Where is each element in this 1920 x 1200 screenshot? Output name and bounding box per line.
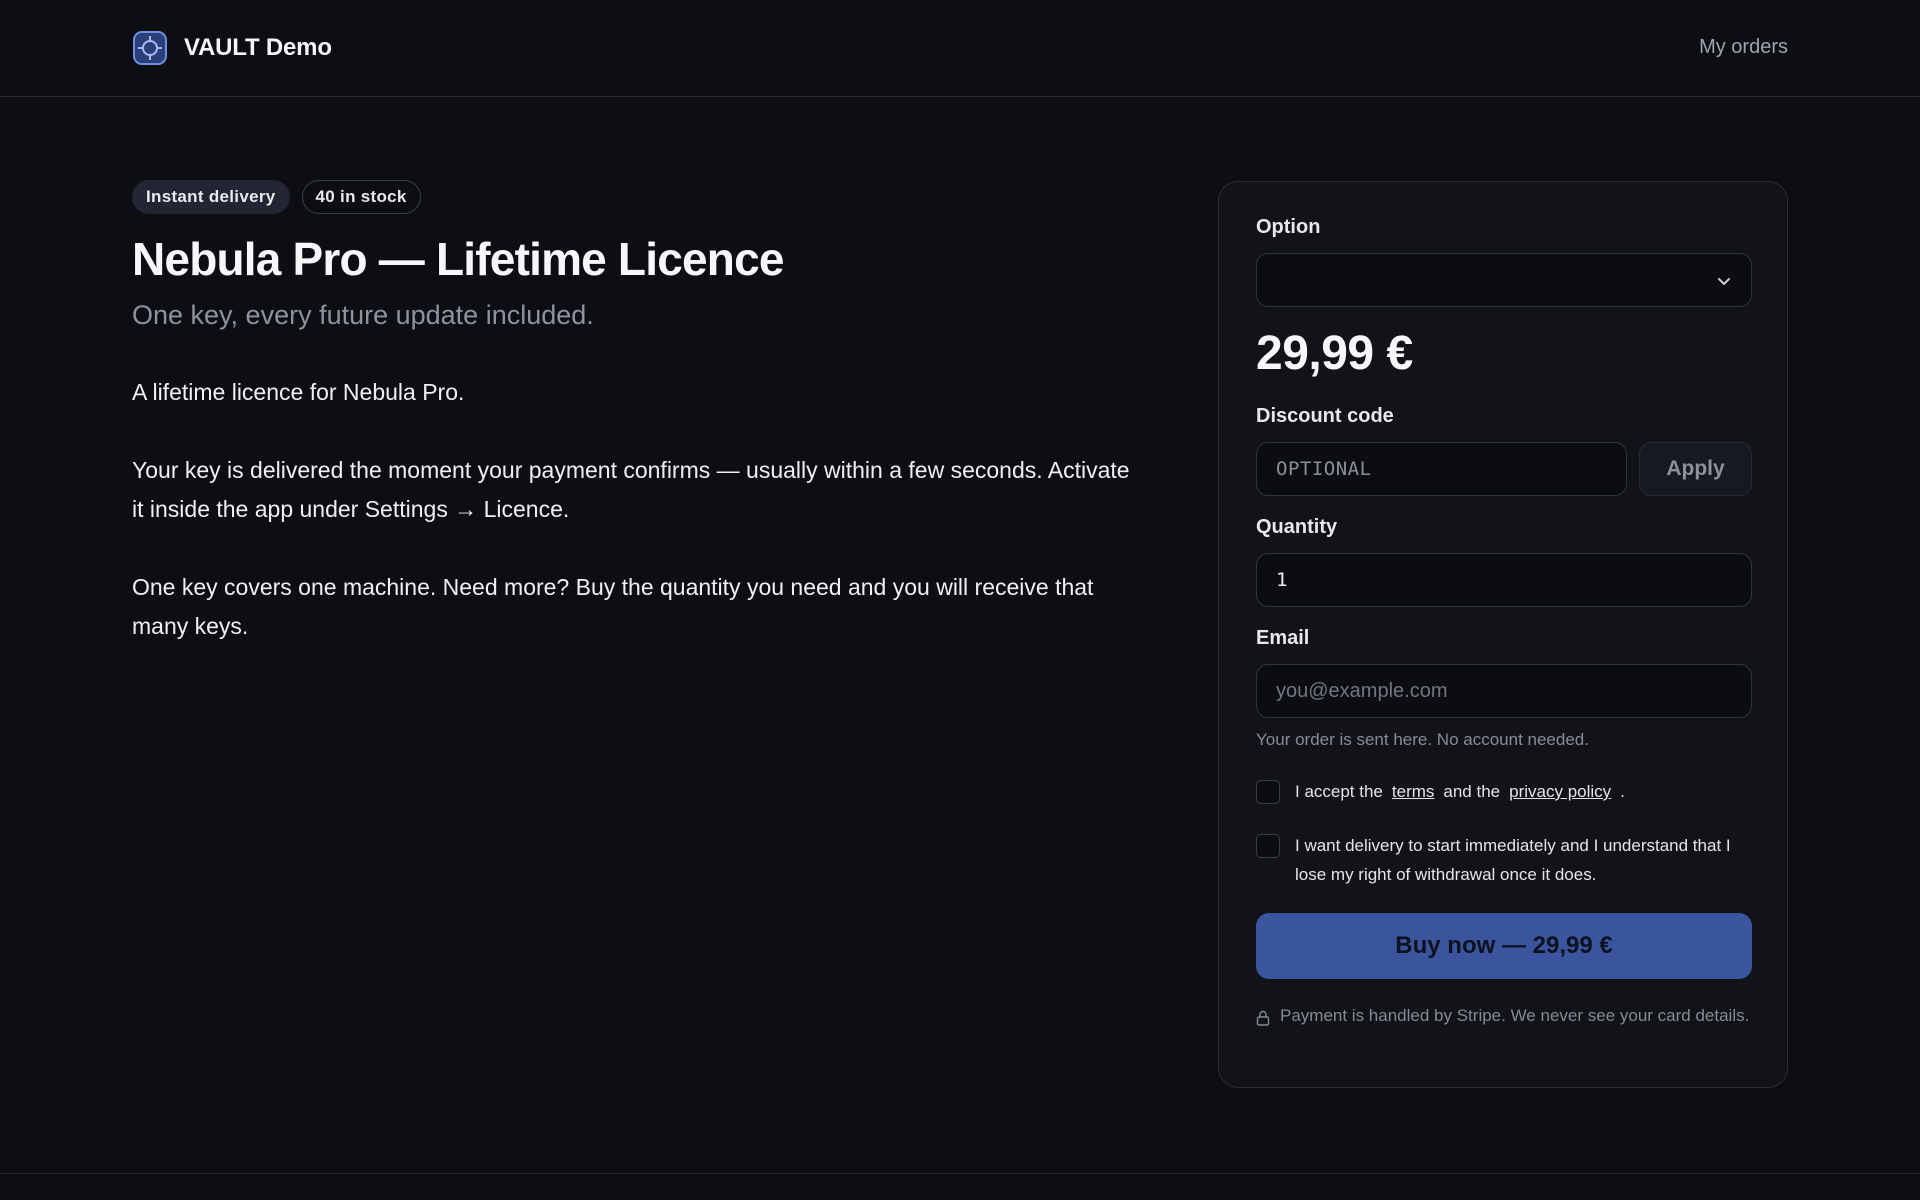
description-paragraph: Your key is delivered the moment your pa…: [132, 457, 1130, 522]
terms-middle: and the: [1443, 782, 1501, 801]
terms-suffix: .: [1620, 782, 1625, 801]
brand-name: VAULT Demo: [184, 34, 332, 61]
option-label: Option: [1256, 216, 1321, 238]
email-input[interactable]: [1256, 664, 1752, 718]
terms-text: I accept the terms and the privacy policy.: [1295, 777, 1745, 806]
withdrawal-text: I want delivery to start immediately and…: [1295, 836, 1731, 884]
description-paragraph: A lifetime licence for Nebula Pro.: [132, 379, 465, 405]
discount-code-label: Discount code: [1256, 405, 1394, 427]
product-title: Nebula Pro — Lifetime Licence: [132, 233, 784, 285]
privacy-policy-link[interactable]: privacy policy: [1509, 782, 1611, 801]
footer-divider: [0, 1173, 1920, 1174]
quantity-input[interactable]: [1256, 553, 1752, 607]
option-select[interactable]: [1256, 253, 1752, 307]
terms-prefix: I accept the: [1295, 782, 1383, 801]
product-details: Instant delivery 40 in stock Nebula Pro …: [132, 180, 1132, 685]
discount-code-input[interactable]: [1256, 442, 1627, 496]
crosshair-logo-icon: [133, 31, 167, 65]
email-hint: Your order is sent here. No account need…: [1256, 730, 1589, 749]
apply-discount-button[interactable]: Apply: [1639, 442, 1752, 496]
product-description: A lifetime licence for Nebula Pro. Your …: [132, 373, 1132, 646]
payment-security-note: Payment is handled by Stripe. We never s…: [1256, 1004, 1756, 1028]
badge-row: Instant delivery 40 in stock: [132, 180, 1132, 214]
brand[interactable]: VAULT Demo: [132, 30, 332, 66]
top-navigation-bar: VAULT Demo My orders: [0, 0, 1920, 97]
quantity-label: Quantity: [1256, 516, 1338, 538]
terms-checkbox[interactable]: [1256, 780, 1280, 804]
secure-note-text: Payment is handled by Stripe. We never s…: [1280, 1006, 1750, 1025]
checkout-card: Option 29,99 € Discount code Apply Quant…: [1218, 181, 1788, 1088]
description-paragraph: One key covers one machine. Need more? B…: [132, 574, 1094, 639]
product-subtitle: One key, every future update included.: [132, 300, 594, 330]
buy-now-button[interactable]: Buy now — 29,99 €: [1256, 913, 1752, 979]
instant-delivery-badge: Instant delivery: [132, 180, 290, 214]
email-label: Email: [1256, 627, 1310, 649]
withdrawal-checkbox[interactable]: [1256, 834, 1280, 858]
terms-link[interactable]: terms: [1392, 782, 1435, 801]
my-orders-link[interactable]: My orders: [1699, 36, 1788, 59]
stock-badge: 40 in stock: [301, 180, 421, 214]
price: 29,99 €: [1256, 327, 1413, 380]
chevron-down-icon: [1718, 278, 1730, 285]
lock-icon: [1256, 1010, 1270, 1026]
